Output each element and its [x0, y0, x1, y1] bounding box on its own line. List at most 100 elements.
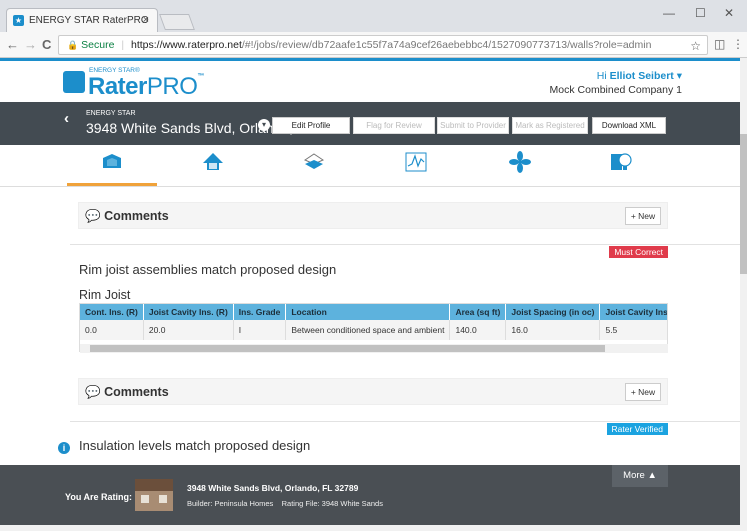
- roof-icon[interactable]: [201, 150, 225, 174]
- logo-pro: PRO: [146, 73, 198, 100]
- comments-panel: 💬 Comments + New: [78, 202, 668, 229]
- url-field[interactable]: 🔒 Secure | https://www.raterpro.net/#!/j…: [58, 35, 708, 55]
- mark-as-registered-button[interactable]: Mark as Registered: [512, 117, 588, 134]
- cell-cont-ins: 0.0: [80, 320, 144, 340]
- user-menu[interactable]: Hi Elliot Seibert ▾ Mock Combined Compan…: [550, 69, 682, 97]
- insulation-heading: Insulation levels match proposed design: [79, 438, 311, 453]
- logo-rater: Rater: [88, 73, 147, 100]
- submit-to-provider-button[interactable]: Submit to Provider: [437, 117, 509, 134]
- tab-close-icon[interactable]: ×: [143, 14, 149, 26]
- forward-arrow-icon[interactable]: →: [24, 37, 37, 52]
- url-separator: |: [121, 39, 125, 51]
- col-cont-ins: Cont. Ins. (R): [80, 304, 144, 320]
- page-bottom-edge: [0, 525, 740, 531]
- more-button[interactable]: More ▲: [612, 465, 668, 487]
- col-area: Area (sq ft): [449, 304, 507, 320]
- floor-icon[interactable]: [302, 150, 326, 174]
- browser-tab[interactable]: ★ ENERGY STAR RaterPRO ×: [6, 8, 158, 32]
- you-are-rating-label: You Are Rating:: [65, 492, 132, 502]
- browser-menu-icon[interactable]: ⋮: [732, 37, 744, 51]
- review-content: 💬 Comments + New Must Correct Rim joist …: [0, 188, 740, 465]
- rim-joist-subtitle: Rim Joist: [79, 288, 131, 302]
- page-vertical-scrollbar[interactable]: [740, 58, 747, 531]
- comments-title: 💬 Comments: [85, 209, 169, 224]
- footer-address: 3948 White Sands Blvd, Orlando, FL 32789: [187, 483, 359, 493]
- rim-joist-heading: Rim joist assemblies match proposed desi…: [79, 262, 337, 277]
- must-correct-badge: Must Correct: [609, 246, 668, 258]
- col-location: Location: [285, 304, 451, 320]
- col-joist-spacing: Joist Spacing (in oc): [505, 304, 601, 320]
- logo-mark-icon: [63, 71, 85, 93]
- window-close-icon[interactable]: ✕: [724, 6, 734, 20]
- download-xml-button[interactable]: Download XML: [592, 117, 666, 134]
- app-header: ENERGY STAR® RaterPRO™ Hi Elliot Seibert…: [0, 58, 740, 102]
- lock-icon: 🔒: [67, 40, 79, 50]
- house-thumbnail: [135, 479, 173, 511]
- user-greeting: Hi: [596, 70, 607, 82]
- comments-label-2: Comments: [104, 385, 169, 399]
- section-divider-2: [70, 421, 740, 422]
- user-caret-icon: ▾: [676, 70, 682, 82]
- table-row: 0.0 20.0 I Between conditioned space and…: [80, 320, 667, 340]
- address-bar: ← → C 🔒 Secure | https://www.raterpro.ne…: [0, 32, 747, 58]
- comments-panel-2: 💬 Comments + New: [78, 378, 668, 405]
- tab-title: ENERGY STAR RaterPRO: [29, 15, 149, 26]
- company-name: Mock Combined Company 1: [549, 84, 682, 96]
- flag-for-review-button[interactable]: Flag for Review: [353, 117, 435, 134]
- url-path: /#!/jobs/review/db72aafe1c55f7a74a9cef26…: [241, 39, 652, 51]
- job-bar: ‹ ENERGY STAR 3948 White Sands Blvd, Orl…: [0, 102, 740, 145]
- comments-label: Comments: [104, 209, 169, 223]
- user-greeting-line: Hi Elliot Seibert ▾: [550, 69, 682, 83]
- cell-joist-spacing: 16.0: [505, 320, 601, 340]
- maximize-icon[interactable]: ☐: [695, 6, 706, 20]
- comment-icon-2: 💬: [85, 385, 101, 399]
- rater-verified-badge: Rater Verified: [606, 423, 668, 435]
- reload-icon[interactable]: C: [42, 37, 51, 52]
- graph-icon[interactable]: [404, 150, 428, 174]
- new-comment-button-2[interactable]: + New: [625, 383, 661, 401]
- minimize-icon[interactable]: —: [663, 6, 675, 20]
- new-tab-button[interactable]: [159, 14, 195, 30]
- job-dropdown-icon[interactable]: ▾: [258, 119, 270, 131]
- table-header-row: Cont. Ins. (R) Joist Cavity Ins. (R) Ins…: [80, 304, 667, 320]
- info-icon[interactable]: i: [58, 442, 70, 454]
- page-scroll-thumb[interactable]: [740, 134, 747, 274]
- bookmark-star-icon[interactable]: ☆: [690, 37, 701, 54]
- cell-joist-cavity-ins-2: 5.5: [599, 320, 667, 340]
- section-divider: [70, 244, 740, 245]
- footer-rating-file: Rating File: 3948 White Sands: [281, 499, 383, 508]
- back-chevron-icon[interactable]: ‹: [64, 110, 69, 127]
- logo-tm: ™: [197, 73, 204, 80]
- url-domain: https://www.raterpro.net: [131, 39, 242, 51]
- col-joist-cavity-ins-2: Joist Cavity Ins.: [599, 304, 667, 320]
- house-window: [141, 495, 149, 503]
- table-scroll-thumb[interactable]: [90, 345, 605, 352]
- job-program: ENERGY STAR: [86, 110, 136, 117]
- comment-icon: 💬: [85, 209, 101, 223]
- section-nav: [0, 145, 740, 187]
- cell-joist-cavity-ins: 20.0: [143, 320, 234, 340]
- fan-icon[interactable]: [508, 150, 532, 174]
- secure-label: Secure: [81, 39, 115, 51]
- comments-title-2: 💬 Comments: [85, 385, 169, 400]
- house-window-2: [159, 495, 167, 503]
- house-roof: [135, 479, 173, 491]
- user-name: Elliot Seibert: [609, 70, 674, 82]
- col-ins-grade: Ins. Grade: [233, 304, 287, 320]
- table-horizontal-scrollbar[interactable]: [80, 344, 668, 353]
- new-comment-button[interactable]: + New: [625, 207, 661, 225]
- col-joist-cavity-ins: Joist Cavity Ins. (R): [143, 304, 234, 320]
- extension-icon[interactable]: ◫: [714, 37, 725, 51]
- raterpro-logo[interactable]: ENERGY STAR® RaterPRO™: [63, 67, 204, 101]
- rating-footer: You Are Rating: 3948 White Sands Blvd, O…: [0, 465, 740, 525]
- back-arrow-icon[interactable]: ←: [6, 37, 19, 52]
- cell-ins-grade: I: [233, 320, 287, 340]
- browser-tabstrip: ★ ENERGY STAR RaterPRO × — ☐ ✕: [0, 0, 747, 32]
- edit-profile-button[interactable]: Edit Profile: [272, 117, 350, 134]
- footer-builder: Builder: Peninsula Homes: [187, 499, 274, 508]
- energystar-favicon-icon: ★: [13, 15, 24, 26]
- cell-location: Between conditioned space and ambient: [285, 320, 451, 340]
- lightbulb-icon[interactable]: [609, 150, 633, 174]
- walls-icon[interactable]: [100, 150, 124, 174]
- footer-meta: Builder: Peninsula Homes Rating File: 39…: [187, 499, 383, 508]
